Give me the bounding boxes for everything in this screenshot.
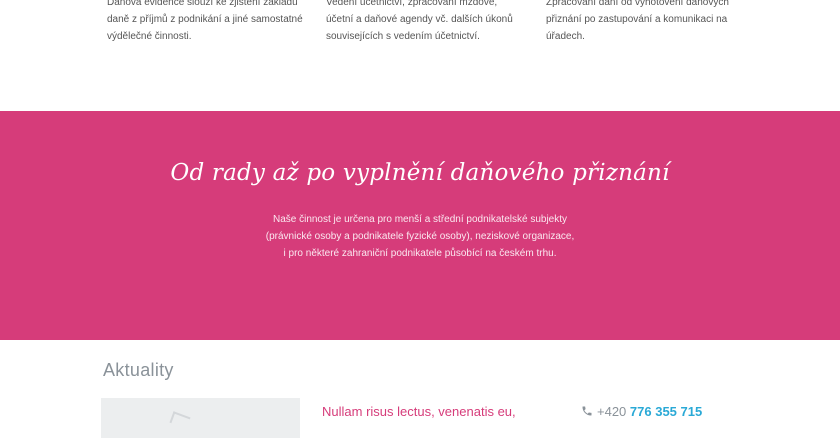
news-section: Aktuality Nullam risus lectus, venenatis… [0,340,840,438]
service-tax-records: Daňová evidence slouží ke zjištění zákla… [107,0,307,45]
hero-banner: Od rady až po vyplnění daňového přiznání… [0,111,840,340]
phone-icon [581,405,593,420]
services-section: Daňová evidence slouží ke zjištění zákla… [0,0,840,111]
news-thumbnail[interactable] [101,398,300,438]
service-description: Zpracování daní od vyhotovení daňových p… [546,0,729,42]
banner-line: i pro některé zahraniční podnikatele půs… [283,248,557,259]
banner-line: Naše činnost je určena pro menší a střed… [272,214,568,225]
contact-phone[interactable]: +420 776 355 715 [581,404,702,420]
news-heading: Aktuality [103,360,174,380]
service-description: Vedení účetnictví, zpracování mzdové, úč… [326,0,513,42]
banner-title: Od rady až po vyplnění daňového přiznání [170,160,670,186]
phone-prefix: +420 [597,404,627,419]
image-placeholder-icon [169,411,191,429]
banner-line: (právnické osoby a podnikatele fyzické o… [265,231,575,242]
service-accounting: Vedení účetnictví, zpracování mzdové, úč… [326,0,526,45]
service-description: Daňová evidence slouží ke zjištění zákla… [107,0,303,42]
news-article-link[interactable]: Nullam risus lectus, venenatis eu, [322,404,516,419]
banner-description: Naše činnost je určena pro menší a střed… [220,211,620,262]
phone-number[interactable]: 776 355 715 [630,404,702,419]
service-tax-returns: Zpracování daní od vyhotovení daňových p… [546,0,746,45]
